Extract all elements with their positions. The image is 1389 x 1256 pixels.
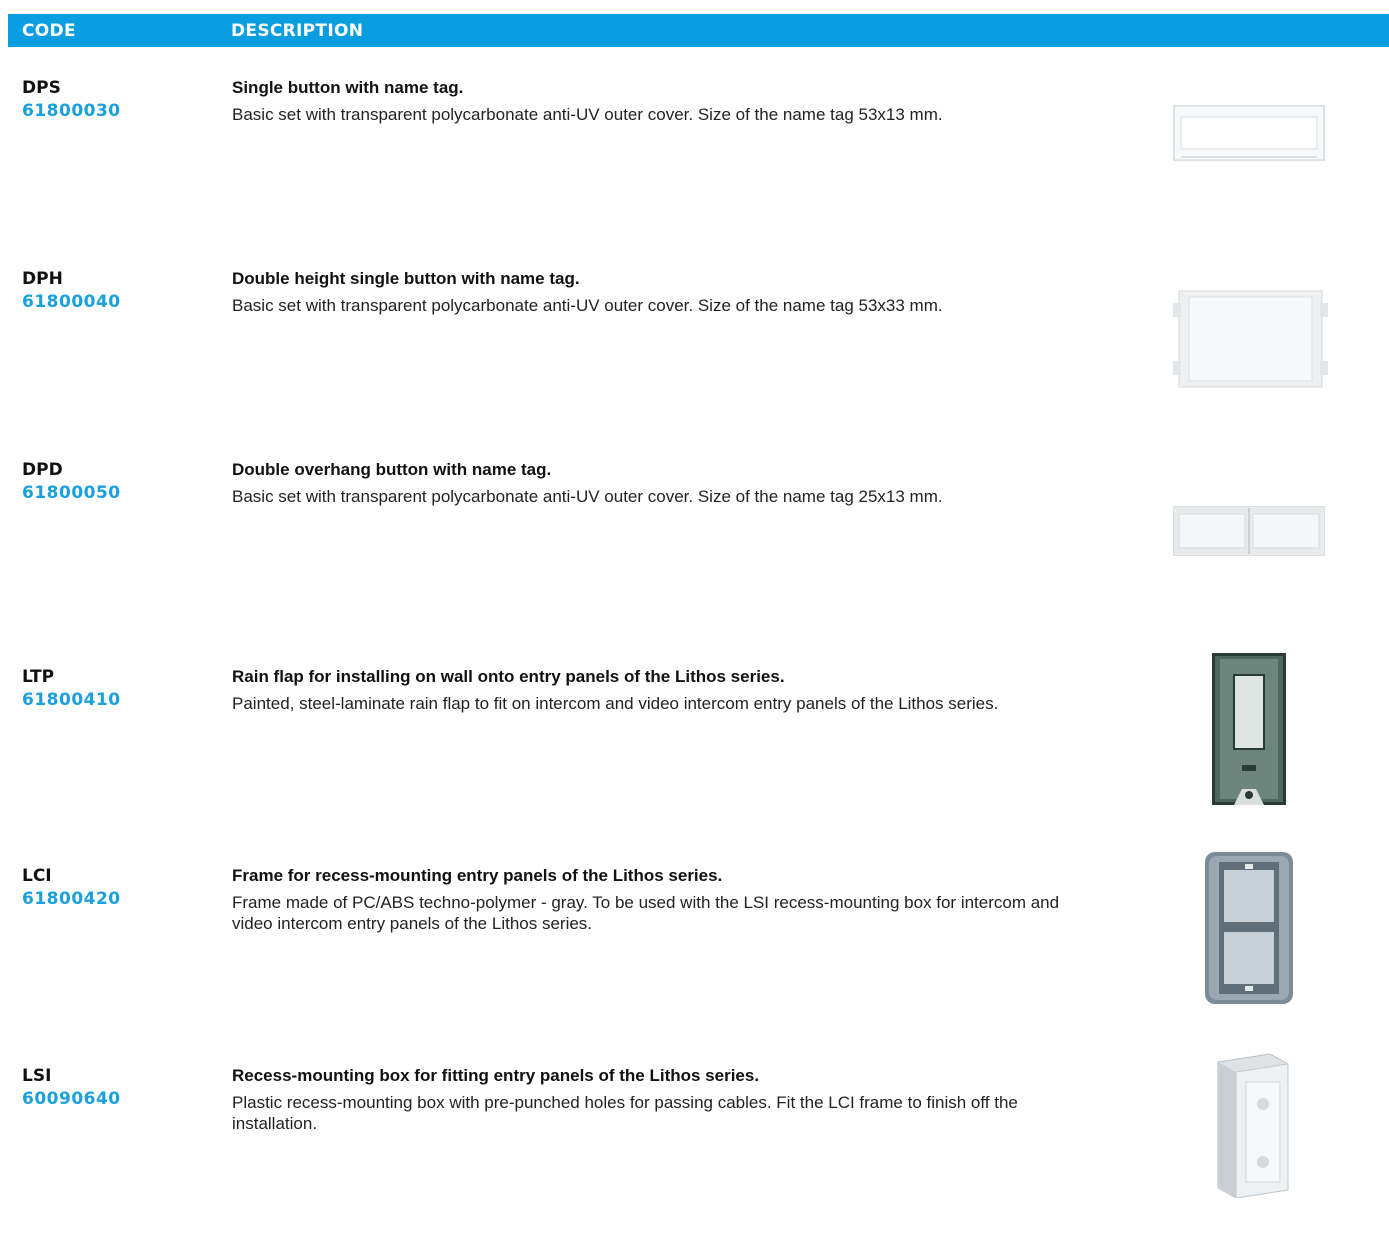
recess-frame-icon	[1205, 852, 1293, 1004]
product-title: Single button with name tag.	[232, 78, 464, 97]
product-code: DPH	[22, 269, 63, 289]
product-code: DPD	[22, 460, 63, 480]
product-description: Basic set with transparent polycarbonate…	[232, 105, 943, 124]
product-title: Double height single button with name ta…	[232, 269, 580, 288]
product-title: Recess-mounting box for fitting entry pa…	[232, 1066, 760, 1085]
rain-flap-icon	[1212, 653, 1286, 805]
recess-box-icon	[1217, 1053, 1289, 1198]
product-description: Frame made of PC/ABS techno-polymer - gr…	[232, 893, 1060, 933]
product-code: DPS	[22, 78, 61, 98]
product-title: Double overhang button with name tag.	[232, 460, 552, 479]
product-row-lsi: LSI 60090640 Recess-mounting box for fit…	[0, 1053, 1389, 1256]
product-row-lci: LCI 61800420 Frame for recess-mounting e…	[0, 852, 1389, 1056]
header-description: DESCRIPTION	[231, 21, 364, 41]
product-title: Frame for recess-mounting entry panels o…	[232, 866, 723, 885]
single-button-nametag-icon	[1173, 105, 1325, 161]
header-code: CODE	[22, 21, 76, 41]
product-description: Plastic recess-mounting box with pre-pun…	[232, 1093, 1018, 1133]
product-row-ltp: LTP 61800410 Rain flap for installing on…	[0, 653, 1389, 857]
product-number: 61800030	[22, 101, 121, 121]
product-description: Basic set with transparent polycarbonate…	[232, 296, 943, 315]
product-code: LCI	[22, 866, 52, 886]
product-row-dph: DPH 61800040 Double height single button…	[0, 269, 1389, 459]
double-overhang-button-icon	[1173, 506, 1325, 556]
product-row-dps: DPS 61800030 Single button with name tag…	[0, 78, 1389, 268]
table-header: CODE DESCRIPTION	[8, 14, 1389, 47]
product-code: LSI	[22, 1066, 52, 1086]
product-row-dpd: DPD 61800050 Double overhang button with…	[0, 460, 1389, 650]
product-number: 61800040	[22, 292, 121, 312]
product-number: 60090640	[22, 1089, 121, 1109]
product-number: 61800410	[22, 690, 121, 710]
product-number: 61800420	[22, 889, 121, 909]
product-title: Rain flap for installing on wall onto en…	[232, 667, 785, 686]
product-description: Painted, steel-laminate rain flap to fit…	[232, 694, 999, 713]
product-number: 61800050	[22, 483, 121, 503]
product-code: LTP	[22, 667, 55, 687]
product-description: Basic set with transparent polycarbonate…	[232, 487, 943, 506]
double-height-button-icon	[1173, 290, 1328, 388]
